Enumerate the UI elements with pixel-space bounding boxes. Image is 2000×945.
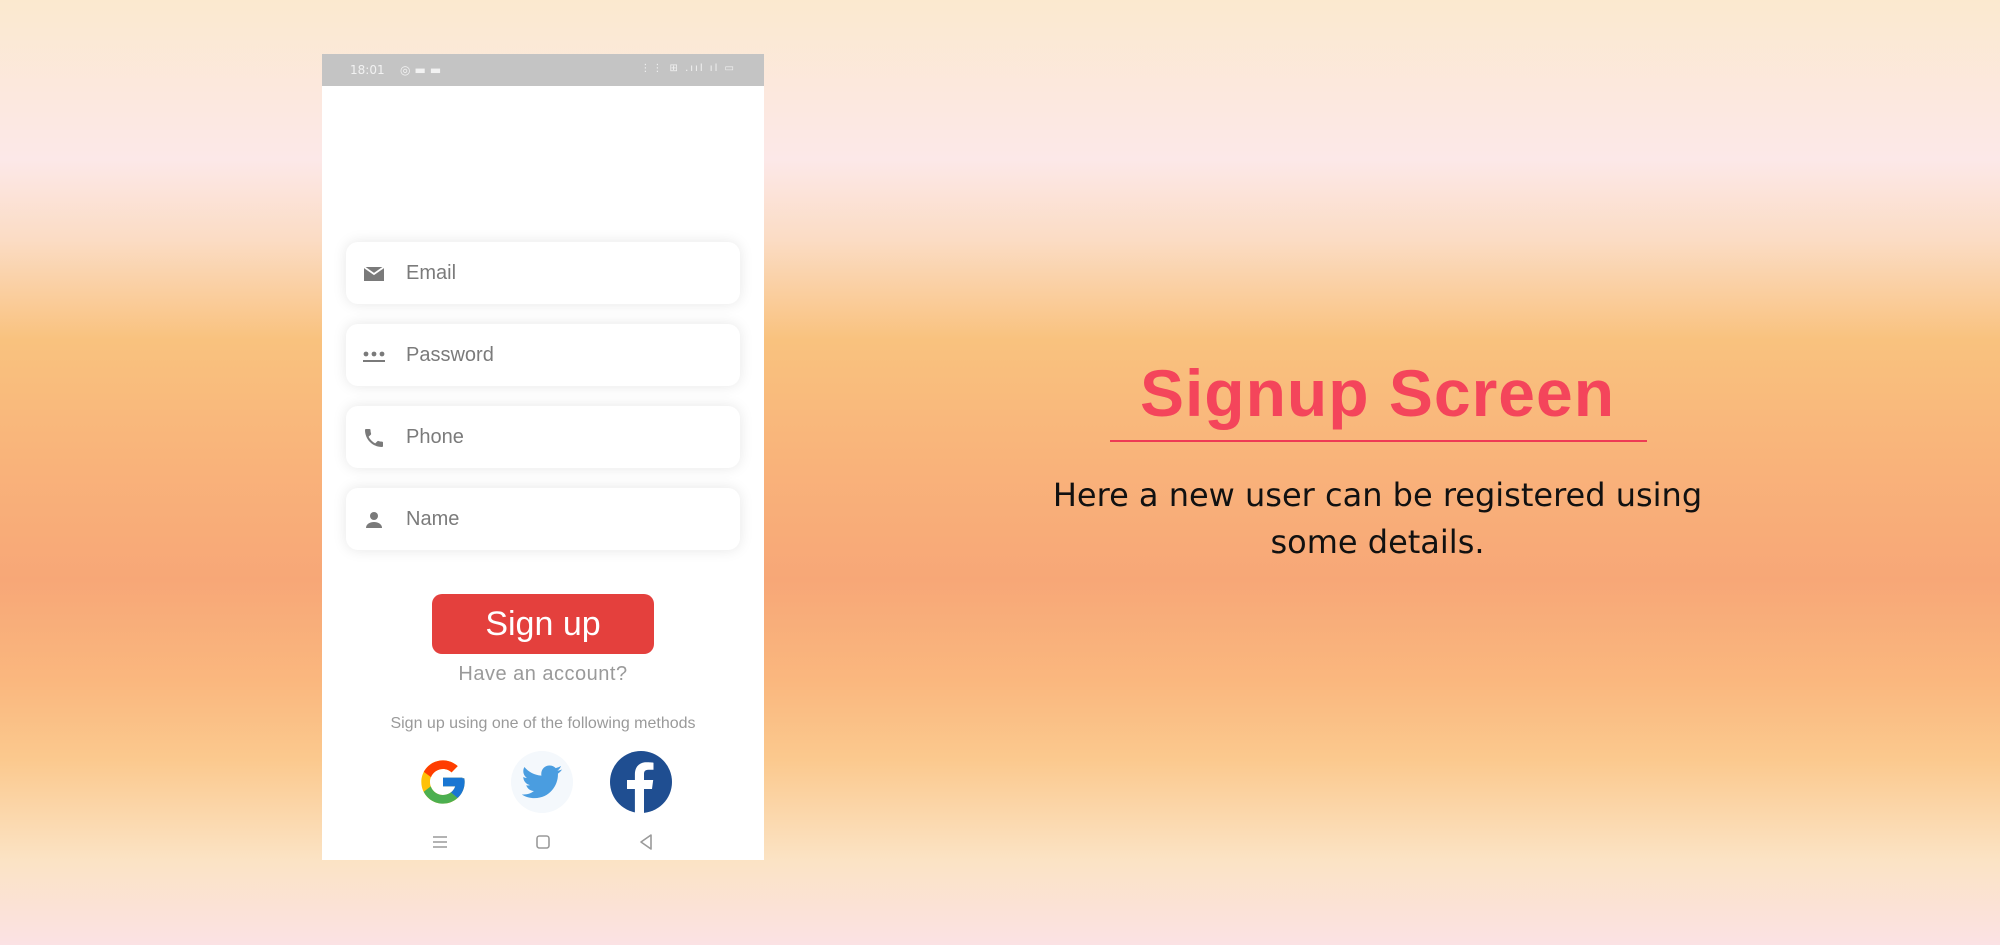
- description-line: some details.: [1270, 523, 1485, 561]
- status-indicators: ⋮⋮ ⊞ .ııl ıl ▭: [640, 63, 736, 74]
- menu-icon[interactable]: [428, 830, 452, 854]
- google-signup-button[interactable]: [412, 751, 474, 813]
- google-icon: [421, 760, 465, 804]
- home-icon[interactable]: [531, 830, 555, 854]
- mail-icon: [363, 266, 385, 281]
- facebook-signup-button[interactable]: [610, 751, 672, 813]
- phone-field[interactable]: [346, 406, 740, 468]
- signup-methods-text: Sign up using one of the following metho…: [390, 715, 696, 732]
- slide-title: Signup Screen: [1139, 356, 1616, 430]
- back-icon[interactable]: [634, 830, 658, 854]
- twitter-signup-button[interactable]: [511, 751, 573, 813]
- signal-icon: ıl: [709, 63, 720, 74]
- slide-description: Here a new user can be registered using …: [1000, 472, 1755, 566]
- volte-icon: ⊞: [669, 63, 680, 74]
- message-icon: ▬: [429, 63, 446, 77]
- notification-icons: ◎▬▬: [400, 63, 445, 77]
- phone-icon: [365, 429, 383, 447]
- email-field[interactable]: [346, 242, 740, 304]
- navigation-bar: [322, 824, 764, 860]
- phone-screen: 18:01 ◎▬▬ ⋮⋮ ⊞ .ııl ıl ▭ Email Phone Nam…: [322, 54, 764, 860]
- status-bar: 18:01 ◎▬▬ ⋮⋮ ⊞ .ııl ıl ▭: [322, 54, 764, 86]
- title-underline: [1110, 440, 1647, 442]
- have-account-link[interactable]: Have an account?: [322, 663, 764, 686]
- facebook-icon: [627, 762, 654, 813]
- message-icon: ▬: [414, 63, 430, 77]
- battery-icon: ▭: [724, 63, 736, 74]
- status-time: 18:01: [350, 63, 385, 77]
- password-input[interactable]: [406, 324, 726, 386]
- signup-button[interactable]: Sign up: [432, 594, 654, 654]
- signal-icon: .ııl: [685, 63, 705, 74]
- phone-input[interactable]: [406, 406, 726, 468]
- whatsapp-icon: ◎: [400, 63, 415, 77]
- name-field[interactable]: [346, 488, 740, 550]
- password-field[interactable]: [346, 324, 740, 386]
- description-line: Here a new user can be registered using: [1052, 476, 1703, 514]
- person-icon: [366, 512, 382, 528]
- twitter-icon: [521, 765, 563, 799]
- network-speed-icon: ⋮⋮: [640, 63, 665, 74]
- email-input[interactable]: [406, 242, 726, 304]
- name-input[interactable]: [406, 488, 726, 550]
- password-icon: [363, 351, 385, 362]
